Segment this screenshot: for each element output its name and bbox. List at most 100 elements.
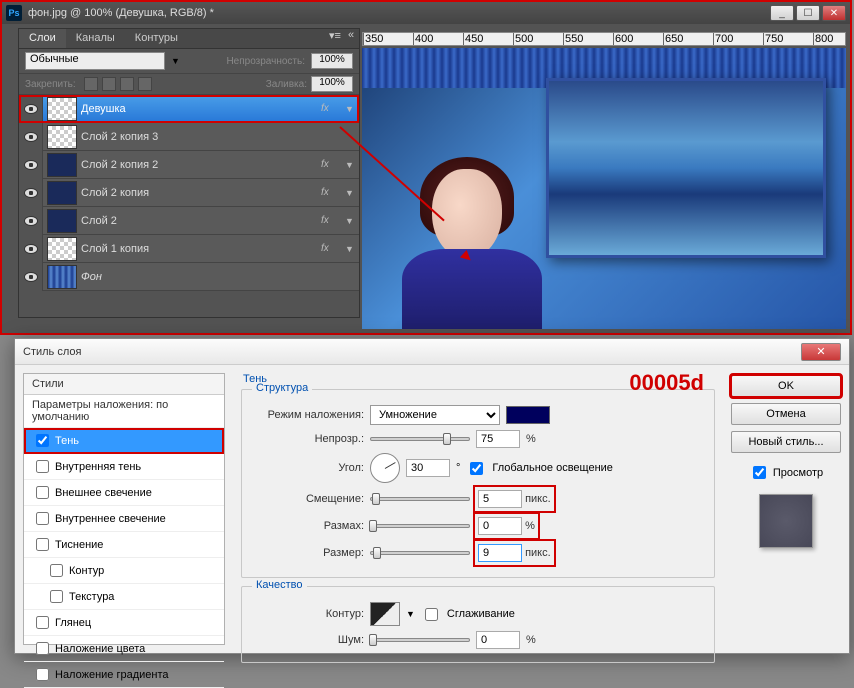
preview-checkbox[interactable] (753, 466, 766, 479)
dialog-close-button[interactable]: ✕ (801, 343, 841, 361)
fx-indicator[interactable]: fx (321, 187, 345, 198)
fill-value[interactable]: 100% (311, 76, 353, 92)
maximize-button[interactable]: ☐ (796, 5, 820, 21)
global-light-label: Глобальное освещение (492, 462, 613, 474)
layer-row[interactable]: Слой 1 копия fx ▼ (19, 235, 359, 263)
ok-button[interactable]: OK (731, 375, 841, 397)
cancel-button[interactable]: Отмена (731, 403, 841, 425)
style-checkbox[interactable] (36, 642, 49, 655)
tab-channels[interactable]: Каналы (66, 29, 125, 48)
spread-slider[interactable] (370, 524, 470, 528)
panel-menu-icon[interactable]: ▾≡ (327, 29, 343, 48)
fx-indicator[interactable]: fx (321, 103, 345, 114)
style-gradient-overlay[interactable]: Наложение градиента (24, 662, 224, 688)
chevron-down-icon[interactable]: ▼ (345, 216, 359, 226)
lock-pixels-icon[interactable] (102, 77, 116, 91)
fx-indicator[interactable]: fx (321, 159, 345, 170)
style-texture[interactable]: Текстура (24, 584, 224, 610)
panel-tabs: Слои Каналы Контуры ▾≡ « (19, 29, 359, 49)
style-checkbox[interactable] (36, 538, 49, 551)
layer-row[interactable]: Слой 2 копия 2 fx ▼ (19, 151, 359, 179)
layer-row-background[interactable]: Фон (19, 263, 359, 291)
dialog-title: Стиль слоя (23, 346, 801, 358)
antialiased-checkbox[interactable] (425, 608, 438, 621)
distance-slider[interactable] (370, 497, 470, 501)
blend-mode-combo[interactable]: Умножение (370, 405, 500, 425)
style-checkbox[interactable] (36, 434, 49, 447)
style-checkbox[interactable] (36, 486, 49, 499)
lock-all-icon[interactable] (138, 77, 152, 91)
size-slider[interactable] (370, 551, 470, 555)
eye-icon (24, 132, 38, 142)
layer-row-girl[interactable]: Девушка fx ▼ (19, 95, 359, 123)
lock-position-icon[interactable] (120, 77, 134, 91)
style-checkbox[interactable] (50, 564, 63, 577)
style-checkbox[interactable] (36, 512, 49, 525)
noise-input[interactable] (476, 631, 520, 649)
style-checkbox[interactable] (50, 590, 63, 603)
tab-paths[interactable]: Контуры (125, 29, 188, 48)
style-checkbox[interactable] (36, 616, 49, 629)
eye-icon (24, 272, 38, 282)
distance-highlight: пикс. (476, 488, 553, 510)
blend-mode-select[interactable]: Обычные (25, 52, 165, 70)
chevron-down-icon[interactable]: ▼ (345, 104, 359, 114)
style-checkbox[interactable] (36, 460, 49, 473)
layer-row[interactable]: Слой 2 копия fx ▼ (19, 179, 359, 207)
style-contour[interactable]: Контур (24, 558, 224, 584)
document-title: фон.jpg @ 100% (Девушка, RGB/8) * (28, 7, 770, 19)
antialiased-label: Сглаживание (447, 608, 515, 620)
structure-group: Структура Режим наложения: Умножение Неп… (241, 389, 715, 578)
opacity-slider[interactable] (370, 437, 470, 441)
style-color-overlay[interactable]: Наложение цвета (24, 636, 224, 662)
shadow-color-swatch[interactable] (506, 406, 550, 424)
layer-row[interactable]: Слой 2 копия 3 (19, 123, 359, 151)
opacity-value[interactable]: 100% (311, 53, 353, 69)
preview-swatch (759, 494, 813, 548)
new-style-button[interactable]: Новый стиль... (731, 431, 841, 453)
style-satin[interactable]: Глянец (24, 610, 224, 636)
fx-indicator[interactable]: fx (321, 215, 345, 226)
blending-options[interactable]: Параметры наложения: по умолчанию (24, 395, 224, 428)
girl-figure (382, 149, 562, 329)
window-controls: _ ☐ ✕ (770, 5, 846, 21)
chevron-down-icon[interactable]: ▼ (345, 160, 359, 170)
global-light-checkbox[interactable] (470, 462, 483, 475)
spread-highlight: % (476, 515, 537, 537)
style-drop-shadow[interactable]: Тень (24, 428, 224, 454)
size-input[interactable] (478, 544, 522, 562)
spread-input[interactable] (478, 517, 522, 535)
lock-transparency-icon[interactable] (84, 77, 98, 91)
fill-label: Заливка: (266, 79, 307, 90)
layer-thumb[interactable] (47, 97, 77, 121)
dialog-titlebar[interactable]: Стиль слоя ✕ (15, 339, 849, 365)
style-outer-glow[interactable]: Внешнее свечение (24, 480, 224, 506)
style-inner-shadow[interactable]: Внутренняя тень (24, 454, 224, 480)
contour-picker[interactable] (370, 602, 400, 626)
style-inner-glow[interactable]: Внутреннее свечение (24, 506, 224, 532)
close-button[interactable]: ✕ (822, 5, 846, 21)
visibility-toggle[interactable] (19, 95, 43, 123)
fx-indicator[interactable]: fx (321, 243, 345, 254)
settings-pane: Тень Структура Режим наложения: Умножени… (233, 373, 723, 645)
angle-dial[interactable] (370, 453, 400, 483)
blend-mode-label: Режим наложения: (254, 409, 364, 421)
size-label: Размер: (254, 547, 364, 559)
chevron-down-icon[interactable]: ▼ (345, 188, 359, 198)
style-bevel[interactable]: Тиснение (24, 532, 224, 558)
horizontal-ruler: 350 400 450 500 550 600 650 700 750 800 (362, 32, 846, 46)
opacity-input[interactable] (476, 430, 520, 448)
styles-header[interactable]: Стили (24, 374, 224, 395)
style-checkbox[interactable] (36, 668, 49, 681)
styles-list: Стили Параметры наложения: по умолчанию … (23, 373, 225, 645)
noise-slider[interactable] (370, 638, 470, 642)
distance-input[interactable] (478, 490, 522, 508)
layer-row[interactable]: Слой 2 fx ▼ (19, 207, 359, 235)
opacity-label: Непрозрачность: (226, 56, 305, 67)
minimize-button[interactable]: _ (770, 5, 794, 21)
tab-layers[interactable]: Слои (19, 29, 66, 48)
chevron-down-icon[interactable]: ▼ (345, 244, 359, 254)
canvas[interactable] (362, 48, 846, 329)
angle-input[interactable] (406, 459, 450, 477)
panel-collapse-icon[interactable]: « (343, 29, 359, 48)
